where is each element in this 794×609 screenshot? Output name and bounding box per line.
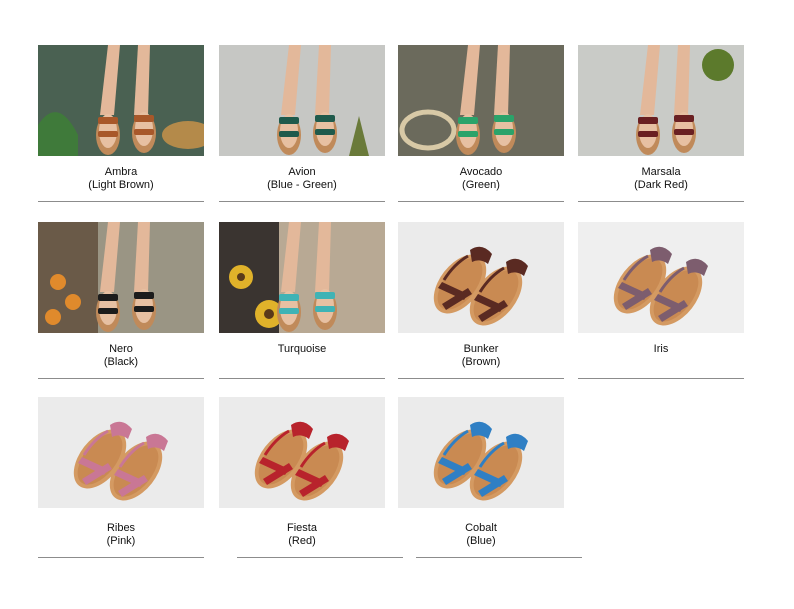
product-name: Cobalt — [465, 522, 497, 534]
product-card[interactable]: Iris — [578, 222, 744, 382]
product-caption: Ribes (Pink) — [38, 522, 204, 548]
product-name: Marsala — [641, 166, 681, 178]
product-card[interactable]: Avion (Blue - Green) — [219, 45, 385, 205]
product-color-label: (Brown) — [461, 356, 501, 368]
product-card[interactable]: Ambra (Light Brown) — [38, 45, 204, 205]
lifestyle-sandal-photo[interactable] — [219, 222, 385, 333]
product-card[interactable]: Bunker (Brown) — [398, 222, 564, 382]
product-name: Ribes — [106, 522, 136, 534]
product-card[interactable]: Avocado (Green) — [398, 45, 564, 205]
product-sandal-photo[interactable] — [578, 222, 744, 333]
divider — [237, 557, 403, 558]
product-color-label: (Black) — [103, 356, 139, 368]
product-name: Iris — [653, 343, 669, 355]
divider — [219, 201, 385, 202]
product-card[interactable]: Turquoise — [219, 222, 385, 382]
product-color-label: (Blue - Green) — [267, 179, 337, 191]
divider — [38, 201, 204, 202]
product-color-label: (Dark Red) — [634, 179, 688, 191]
product-card[interactable]: Marsala (Dark Red) — [578, 45, 744, 205]
product-caption: Avocado (Green) — [398, 166, 564, 192]
product-sandal-photo[interactable] — [398, 397, 564, 508]
product-caption: Fiesta (Red) — [219, 522, 385, 548]
product-caption: Avion (Blue - Green) — [219, 166, 385, 192]
product-color-label: (Green) — [462, 179, 500, 191]
product-card[interactable]: Nero (Black) — [38, 222, 204, 382]
product-sandal-photo[interactable] — [398, 222, 564, 333]
product-card[interactable]: Fiesta (Red) — [219, 397, 403, 558]
product-caption: Marsala (Dark Red) — [578, 166, 744, 192]
product-caption: Cobalt (Blue) — [398, 522, 564, 548]
divider — [416, 557, 582, 558]
divider — [38, 557, 204, 558]
product-caption: Nero (Black) — [38, 343, 204, 369]
product-caption: Bunker (Brown) — [398, 343, 564, 369]
product-name: Ambra — [104, 166, 138, 178]
divider — [578, 201, 744, 202]
lifestyle-sandal-photo[interactable] — [38, 222, 204, 333]
lifestyle-sandal-photo[interactable] — [398, 45, 564, 156]
divider — [219, 378, 385, 379]
product-caption: Ambra (Light Brown) — [38, 166, 204, 192]
lifestyle-sandal-photo[interactable] — [578, 45, 744, 156]
product-name: Bunker — [463, 343, 499, 355]
product-color-label: (Red) — [288, 535, 316, 547]
product-caption: Iris — [578, 343, 744, 356]
product-color-label: (Light Brown) — [88, 179, 154, 191]
product-name: Avion — [288, 166, 316, 178]
product-caption: Turquoise — [219, 343, 385, 356]
product-name: Turquoise — [277, 343, 327, 355]
divider — [578, 378, 744, 379]
product-sandal-photo[interactable] — [219, 397, 385, 508]
product-card[interactable]: Cobalt (Blue) — [398, 397, 582, 558]
product-name: Nero — [109, 343, 133, 355]
divider — [398, 378, 564, 379]
product-card[interactable]: Ribes (Pink) — [38, 397, 204, 558]
product-name: Avocado — [459, 166, 503, 178]
product-name: Fiesta — [287, 522, 317, 534]
divider — [38, 378, 204, 379]
product-color-label: (Pink) — [106, 535, 136, 547]
product-sandal-photo[interactable] — [38, 397, 204, 508]
lifestyle-sandal-photo[interactable] — [219, 45, 385, 156]
product-color-label: (Blue) — [466, 535, 496, 547]
divider — [398, 201, 564, 202]
lifestyle-sandal-photo[interactable] — [38, 45, 204, 156]
